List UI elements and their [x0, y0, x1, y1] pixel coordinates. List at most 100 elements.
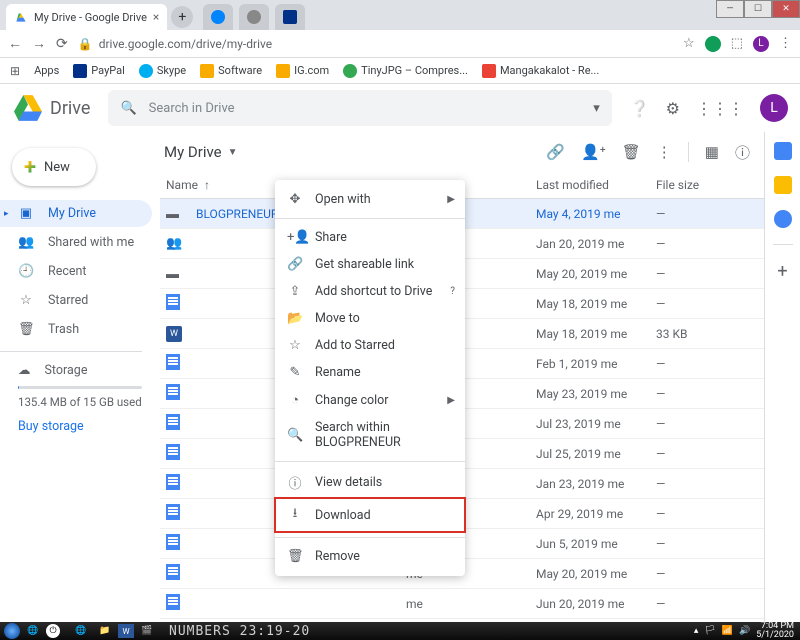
breadcrumb[interactable]: My Drive▼: [164, 143, 238, 161]
apps-icon[interactable]: ⊞: [10, 64, 20, 78]
url-field[interactable]: 🔒 drive.google.com/drive/my-drive: [78, 37, 673, 51]
taskbar-app-icon[interactable]: 🎬: [136, 623, 158, 639]
context-menu-item[interactable]: ⭳Download: [275, 498, 465, 532]
bookmarks-bar: ⊞ Apps PayPal Skype Software IG.com Tiny…: [0, 58, 800, 84]
drive-logo[interactable]: Drive: [14, 95, 90, 121]
context-menu-item[interactable]: 🗑Remove: [275, 543, 465, 570]
bookmark-item[interactable]: Apps: [34, 64, 59, 77]
bookmark-item[interactable]: IG.com: [276, 64, 329, 78]
help-icon[interactable]: ?: [450, 286, 455, 297]
browser-tab-active[interactable]: My Drive - Google Drive ×: [6, 4, 167, 30]
file-size: —: [656, 537, 750, 551]
account-avatar[interactable]: L: [760, 94, 788, 122]
grid-view-icon[interactable]: ▦: [705, 143, 719, 161]
context-menu-item[interactable]: 📂Move to: [275, 305, 465, 332]
trash-icon: 🗑: [18, 322, 34, 337]
bookmark-item[interactable]: Mangakakalot - Re...: [482, 64, 599, 78]
bookmark-item[interactable]: Software: [200, 64, 262, 78]
taskbar-clock[interactable]: 7:04 PM 5/1/2020: [756, 622, 794, 640]
shared-folder-icon: 👥: [166, 236, 186, 251]
new-button-label: New: [44, 160, 70, 175]
context-menu-item[interactable]: +👤Share: [275, 224, 465, 251]
file-modified: Jan 23, 2019 me: [536, 477, 656, 491]
sidebar-item-trash[interactable]: 🗑 Trash: [0, 316, 152, 343]
search-box[interactable]: 🔍 Search in Drive ▾: [108, 90, 611, 126]
bookmark-item[interactable]: Skype: [139, 64, 186, 78]
tray-volume-icon[interactable]: 🔊: [739, 626, 750, 636]
tray-network-icon[interactable]: 📶: [722, 626, 733, 636]
context-menu-item[interactable]: ☆Add to Starred: [275, 332, 465, 359]
my-drive-icon: ▣: [18, 206, 34, 221]
maximize-button[interactable]: ☐: [744, 0, 772, 18]
new-tab-button[interactable]: +: [171, 6, 193, 28]
file-modified: May 18, 2019 me: [536, 297, 656, 311]
star-icon[interactable]: ☆: [683, 36, 695, 51]
file-modified: Jul 23, 2019 me: [536, 417, 656, 431]
sidebar-item-my-drive[interactable]: ▣ My Drive: [0, 200, 152, 227]
file-row[interactable]: meJun 20, 2019 me—: [160, 589, 764, 619]
sidebar-item-recent[interactable]: 🕘 Recent: [0, 258, 152, 285]
column-modified[interactable]: Last modified: [536, 178, 656, 192]
minimize-button[interactable]: —: [716, 0, 744, 18]
context-menu-item[interactable]: ⓘView details: [275, 467, 465, 498]
chrome-menu-icon[interactable]: ⋮: [779, 36, 792, 51]
menu-item-label: Rename: [315, 365, 361, 380]
more-actions-icon[interactable]: ⋮: [657, 143, 672, 161]
tasks-icon[interactable]: [774, 210, 792, 228]
add-addon-icon[interactable]: +: [777, 261, 787, 282]
support-icon[interactable]: ❔: [630, 99, 650, 118]
column-size[interactable]: File size: [656, 178, 750, 192]
back-button[interactable]: ←: [8, 35, 22, 52]
new-button[interactable]: + New: [12, 148, 96, 186]
extension-icon[interactable]: ⬚: [731, 36, 743, 51]
apps-grid-icon[interactable]: ⋮⋮⋮: [696, 99, 744, 118]
bookmark-item[interactable]: TinyJPG – Compres...: [343, 64, 468, 78]
context-menu-item[interactable]: 🔗Get shareable link: [275, 251, 465, 278]
background-tab[interactable]: [203, 4, 233, 30]
tray-icon[interactable]: 🏳: [704, 626, 715, 636]
search-options-icon[interactable]: ▾: [593, 101, 600, 116]
browser-tab-strip: My Drive - Google Drive × + — ☐ ✕: [0, 0, 800, 30]
system-tray[interactable]: ▴ 🏳 📶 🔊 7:04 PM 5/1/2020: [694, 622, 800, 640]
taskbar-app-icon[interactable]: ⏻: [46, 624, 60, 638]
extension-icon[interactable]: [705, 36, 721, 52]
link-icon[interactable]: 🔗: [546, 143, 565, 161]
side-panel: +: [764, 132, 800, 622]
menu-item-label: Download: [315, 508, 371, 523]
menu-item-label: Remove: [315, 549, 360, 564]
bookmark-item[interactable]: PayPal: [73, 64, 125, 78]
taskbar-word-icon[interactable]: W: [118, 624, 134, 638]
taskbar-app-icon[interactable]: 🌐: [70, 623, 92, 639]
start-button[interactable]: [4, 623, 20, 639]
chevron-right-icon: ▶: [447, 395, 455, 406]
sidebar-item-starred[interactable]: ☆ Starred: [0, 287, 152, 314]
menu-item-icon: ⓘ: [287, 473, 303, 492]
tab-close-icon[interactable]: ×: [153, 10, 159, 24]
taskbar-explorer-icon[interactable]: 📁: [94, 623, 116, 639]
context-menu-item[interactable]: ◔Change color▶: [275, 386, 465, 414]
calendar-icon[interactable]: [774, 142, 792, 160]
folder-icon: ▬: [166, 206, 186, 222]
reload-button[interactable]: ⟳: [56, 36, 68, 52]
keep-icon[interactable]: [774, 176, 792, 194]
background-tab[interactable]: [239, 4, 269, 30]
context-menu-item[interactable]: 🔍Search within BLOGPRENEUR: [275, 414, 465, 456]
file-modified: Jul 25, 2019 me: [536, 447, 656, 461]
settings-icon[interactable]: ⚙: [666, 99, 680, 118]
forward-button[interactable]: →: [32, 35, 46, 52]
trash-action-icon[interactable]: 🗑: [622, 143, 641, 161]
sidebar-item-storage[interactable]: ☁ Storage: [18, 362, 152, 378]
info-icon[interactable]: ⓘ: [735, 142, 750, 163]
context-menu-item[interactable]: ⇪Add shortcut to Drive?: [275, 278, 465, 305]
taskbar-chrome-icon[interactable]: 🌐: [22, 623, 44, 639]
docs-icon: [166, 564, 186, 584]
background-tab[interactable]: [275, 4, 305, 30]
share-person-icon[interactable]: 👤⁺: [581, 143, 606, 161]
tray-arrow-icon[interactable]: ▴: [694, 626, 699, 636]
close-window-button[interactable]: ✕: [772, 0, 800, 18]
profile-avatar[interactable]: L: [753, 36, 769, 52]
context-menu-item[interactable]: ✥Open with▶: [275, 186, 465, 213]
buy-storage-link[interactable]: Buy storage: [18, 419, 152, 434]
sidebar-item-shared[interactable]: 👥 Shared with me: [0, 229, 152, 256]
context-menu-item[interactable]: ✎Rename: [275, 359, 465, 386]
